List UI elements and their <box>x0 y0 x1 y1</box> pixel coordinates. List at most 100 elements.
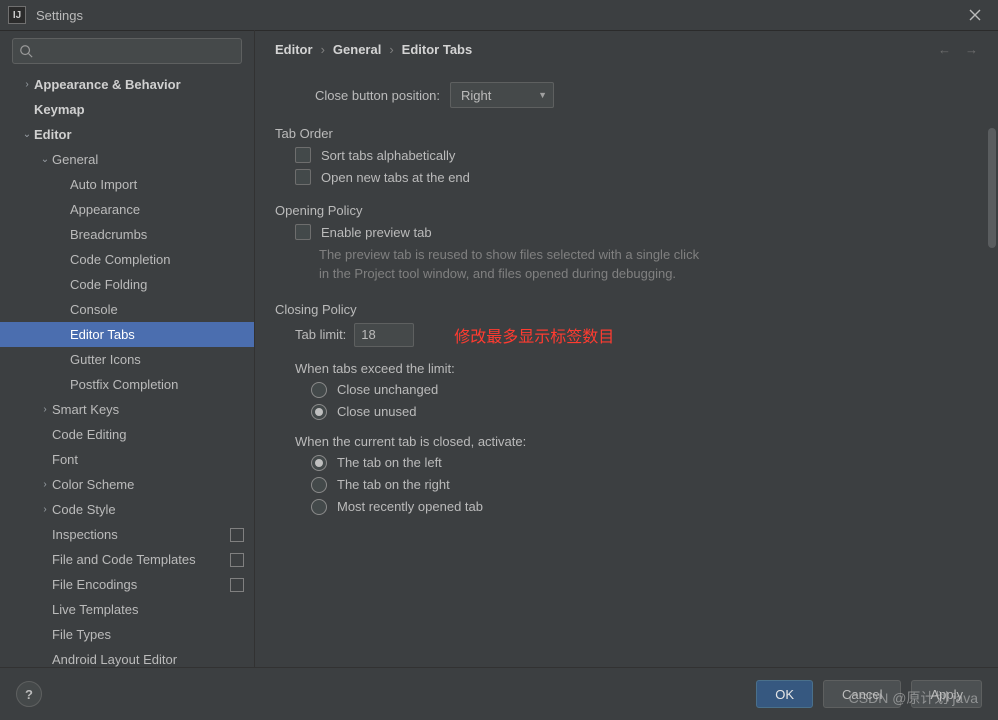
sidebar-item-auto-import[interactable]: Auto Import <box>0 172 254 197</box>
breadcrumb: Editor › General › Editor Tabs ← → <box>255 30 998 68</box>
nav-back-icon[interactable]: ← <box>938 42 951 57</box>
breadcrumb-editor-tabs: Editor Tabs <box>402 42 473 57</box>
exceed-title: When tabs exceed the limit: <box>295 361 455 376</box>
label-tab-right: The tab on the right <box>337 477 450 492</box>
sidebar-item-label: Appearance & Behavior <box>34 77 244 92</box>
close-button-position-label: Close button position: <box>315 88 440 103</box>
radio-most-recent[interactable] <box>311 499 327 515</box>
sidebar-item-file-encodings[interactable]: File Encodings <box>0 572 254 597</box>
sidebar-item-breadcrumbs[interactable]: Breadcrumbs <box>0 222 254 247</box>
sidebar-item-editor-tabs[interactable]: Editor Tabs <box>0 322 254 347</box>
sidebar-item-live-templates[interactable]: Live Templates <box>0 597 254 622</box>
sidebar-item-label: Postfix Completion <box>70 377 244 392</box>
app-logo-icon: IJ <box>8 6 26 24</box>
sidebar-item-appearance-behavior[interactable]: ›Appearance & Behavior <box>0 72 254 97</box>
sidebar-item-label: Keymap <box>34 102 244 117</box>
sidebar-item-label: Gutter Icons <box>70 352 244 367</box>
sidebar-item-console[interactable]: Console <box>0 297 254 322</box>
radio-tab-right[interactable] <box>311 477 327 493</box>
sidebar-item-label: File and Code Templates <box>52 552 224 567</box>
chevron-down-icon: ⌄ <box>38 154 52 165</box>
sidebar-item-label: File Encodings <box>52 577 224 592</box>
checkbox-sort-alpha[interactable] <box>295 147 311 163</box>
window-close-button[interactable] <box>960 0 990 30</box>
sidebar-item-keymap[interactable]: Keymap <box>0 97 254 122</box>
content-area: Close button position: Right ▼ Tab Order… <box>255 68 998 668</box>
sidebar-item-label: Color Scheme <box>52 477 244 492</box>
checkbox-open-end[interactable] <box>295 169 311 185</box>
project-scope-icon <box>230 553 244 567</box>
label-tab-left: The tab on the left <box>337 455 442 470</box>
chevron-right-icon: › <box>20 79 34 90</box>
radio-close-unchanged[interactable] <box>311 382 327 398</box>
chevron-right-icon: › <box>38 479 52 490</box>
sidebar-item-inspections[interactable]: Inspections <box>0 522 254 547</box>
sidebar-item-code-completion[interactable]: Code Completion <box>0 247 254 272</box>
settings-tree: ›Appearance & BehaviorKeymap⌄Editor⌄Gene… <box>0 72 254 668</box>
help-button[interactable]: ? <box>16 681 42 707</box>
breadcrumb-editor[interactable]: Editor <box>275 42 313 57</box>
sidebar-item-gutter-icons[interactable]: Gutter Icons <box>0 347 254 372</box>
annotation-text: 修改最多显示标签数目 <box>454 323 614 347</box>
sidebar-item-label: Console <box>70 302 244 317</box>
titlebar: IJ Settings <box>0 0 998 31</box>
tab-limit-label: Tab limit: <box>295 327 346 342</box>
sidebar-item-label: Android Layout Editor <box>52 652 244 667</box>
section-closing-policy: Closing Policy <box>275 302 978 317</box>
sidebar-item-label: Code Style <box>52 502 244 517</box>
chevron-right-icon: › <box>38 404 52 415</box>
sidebar-item-file-types[interactable]: File Types <box>0 622 254 647</box>
hint-preview-line2: in the Project tool window, and files op… <box>319 265 978 284</box>
nav-forward-icon[interactable]: → <box>965 42 978 57</box>
close-button-position-combo[interactable]: Right ▼ <box>450 82 554 108</box>
project-scope-icon <box>230 528 244 542</box>
sidebar-item-label: Code Folding <box>70 277 244 292</box>
sidebar-item-label: File Types <box>52 627 244 642</box>
chevron-down-icon: ⌄ <box>20 129 34 140</box>
sidebar-item-label: Breadcrumbs <box>70 227 244 242</box>
chevron-down-icon: ▼ <box>538 90 547 100</box>
hint-preview-line1: The preview tab is reused to show files … <box>319 246 978 265</box>
sidebar-item-color-scheme[interactable]: ›Color Scheme <box>0 472 254 497</box>
activate-title: When the current tab is closed, activate… <box>295 434 526 449</box>
checkbox-enable-preview[interactable] <box>295 224 311 240</box>
sidebar-item-code-style[interactable]: ›Code Style <box>0 497 254 522</box>
sidebar-item-label: Inspections <box>52 527 224 542</box>
sidebar-item-postfix-completion[interactable]: Postfix Completion <box>0 372 254 397</box>
sidebar-item-label: Smart Keys <box>52 402 244 417</box>
sidebar-item-font[interactable]: Font <box>0 447 254 472</box>
label-sort-alpha: Sort tabs alphabetically <box>321 148 455 163</box>
window-title: Settings <box>36 8 960 23</box>
cancel-button[interactable]: Cancel <box>823 680 901 708</box>
chevron-right-icon: › <box>389 42 393 57</box>
sidebar-item-label: Auto Import <box>70 177 244 192</box>
search-input-wrapper[interactable] <box>12 38 242 64</box>
sidebar-item-label: General <box>52 152 244 167</box>
tab-limit-input[interactable]: 18 <box>354 323 414 347</box>
sidebar-item-editor[interactable]: ⌄Editor <box>0 122 254 147</box>
sidebar-item-code-editing[interactable]: Code Editing <box>0 422 254 447</box>
search-icon <box>19 44 33 58</box>
dialog-footer: ? OK Cancel Apply <box>0 667 998 720</box>
chevron-right-icon: › <box>321 42 325 57</box>
label-close-unchanged: Close unchanged <box>337 382 438 397</box>
radio-close-unused[interactable] <box>311 404 327 420</box>
search-input[interactable] <box>37 43 235 60</box>
breadcrumb-general[interactable]: General <box>333 42 381 57</box>
sidebar-item-label: Code Completion <box>70 252 244 267</box>
sidebar-item-label: Editor <box>34 127 244 142</box>
ok-button[interactable]: OK <box>756 680 813 708</box>
sidebar-item-appearance[interactable]: Appearance <box>0 197 254 222</box>
scrollbar-thumb[interactable] <box>988 128 996 248</box>
settings-sidebar: ›Appearance & BehaviorKeymap⌄Editor⌄Gene… <box>0 30 255 668</box>
sidebar-item-code-folding[interactable]: Code Folding <box>0 272 254 297</box>
apply-button[interactable]: Apply <box>911 680 982 708</box>
section-opening-policy: Opening Policy <box>275 203 978 218</box>
sidebar-item-smart-keys[interactable]: ›Smart Keys <box>0 397 254 422</box>
radio-tab-left[interactable] <box>311 455 327 471</box>
sidebar-item-label: Code Editing <box>52 427 244 442</box>
close-icon <box>969 9 981 21</box>
sidebar-item-general[interactable]: ⌄General <box>0 147 254 172</box>
sidebar-item-file-and-code-templates[interactable]: File and Code Templates <box>0 547 254 572</box>
sidebar-item-android-layout-editor[interactable]: Android Layout Editor <box>0 647 254 668</box>
